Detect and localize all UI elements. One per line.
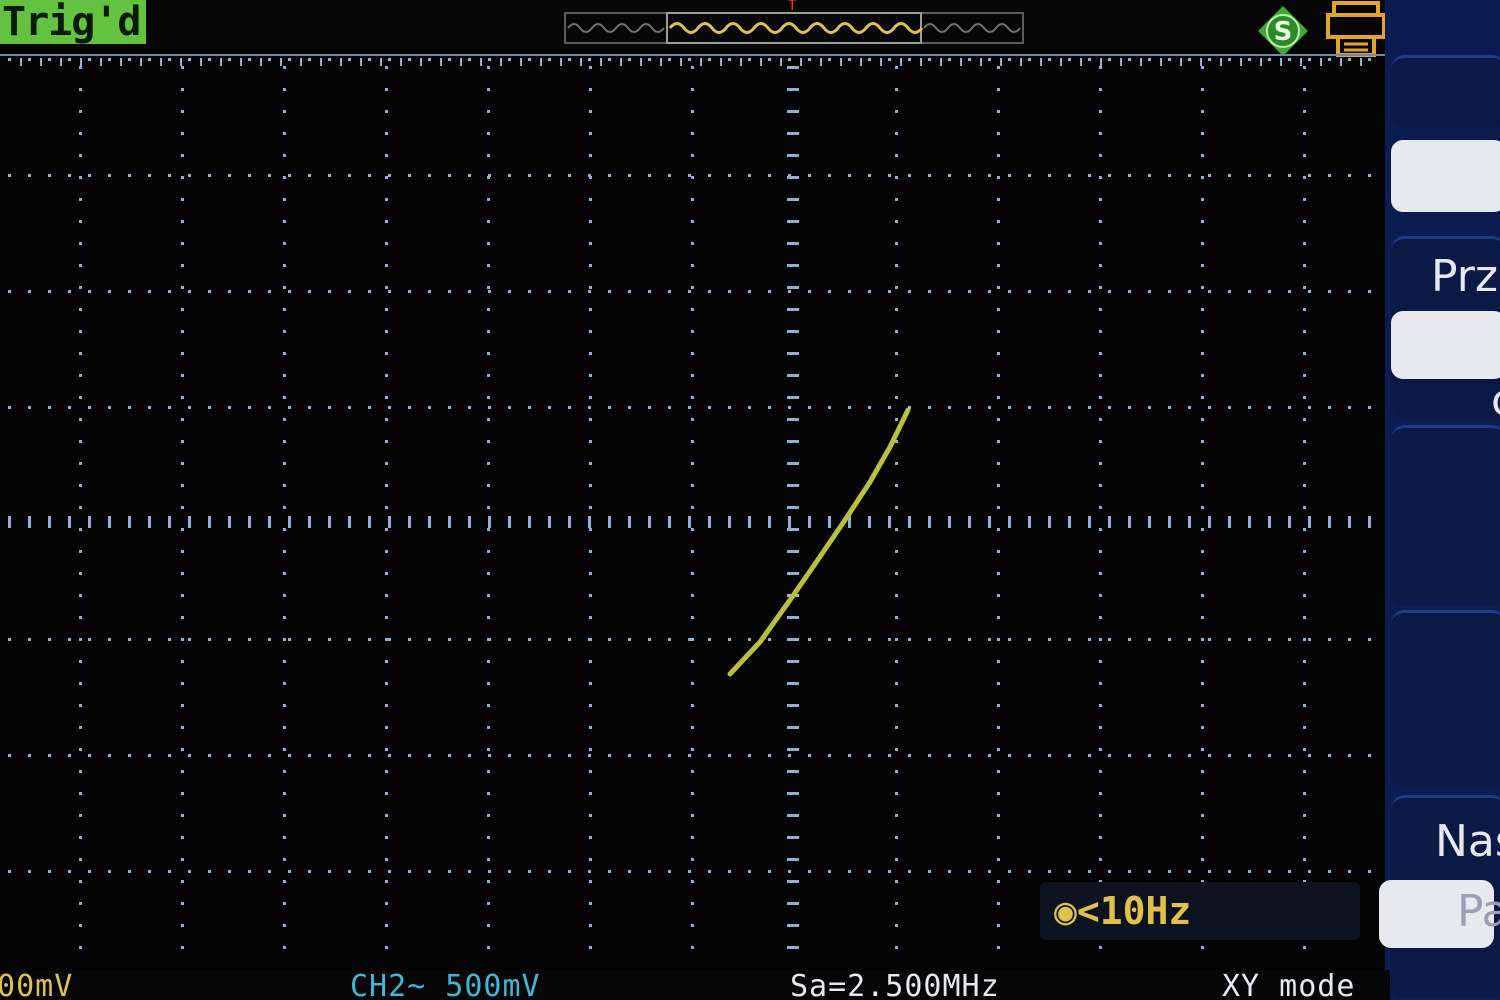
- frequency-readout: ◉<10Hz: [1054, 886, 1191, 936]
- softkey-2[interactable]: Prze c: [1391, 236, 1500, 426]
- softkey-5-sub: Pa: [1457, 886, 1500, 937]
- softkey-5-label: Nas: [1435, 816, 1500, 867]
- softkey-1[interactable]: [1391, 55, 1500, 128]
- softkey-5-value[interactable]: Pa: [1379, 880, 1500, 948]
- memory-depth-bar: [564, 12, 1024, 44]
- softkey-5[interactable]: Nas Pa: [1379, 795, 1500, 998]
- save-icon[interactable]: S: [1254, 4, 1312, 58]
- trigger-position-marker: T: [788, 0, 797, 14]
- frequency-value: <10Hz: [1076, 889, 1192, 933]
- softkey-3[interactable]: [1391, 425, 1500, 606]
- waveform-display: [0, 54, 1390, 949]
- bottom-status-bar: 200mV CH2~ 500mV Sa=2.500MHz XY mode: [0, 970, 1390, 1000]
- frequency-readout-box: ◉<10Hz: [1040, 882, 1360, 940]
- trigger-status-label: Trig'd: [0, 0, 146, 44]
- top-status-bar: Trig'd T S: [0, 0, 1390, 57]
- softkey-2-sub: c: [1491, 375, 1500, 426]
- ch1-scale: 200mV: [0, 970, 74, 1000]
- softkey-2-label: Prze: [1431, 251, 1500, 302]
- display-grid: [8, 58, 1371, 949]
- softkey-1-value[interactable]: [1391, 140, 1500, 212]
- trigger-icon: ◉: [1054, 889, 1077, 933]
- xy-trace: [727, 407, 911, 677]
- softkey-menu-panel: Prze c Nas Pa: [1379, 0, 1500, 1000]
- svg-text:S: S: [1274, 17, 1293, 47]
- ch2-scale: CH2~ 500mV: [350, 970, 541, 1000]
- display-mode: XY mode: [1222, 970, 1356, 1000]
- printer-icon[interactable]: [1324, 0, 1388, 58]
- softkey-2-value[interactable]: [1391, 311, 1500, 379]
- sample-rate: Sa=2.500MHz: [790, 970, 1000, 1000]
- softkey-4[interactable]: [1391, 610, 1500, 788]
